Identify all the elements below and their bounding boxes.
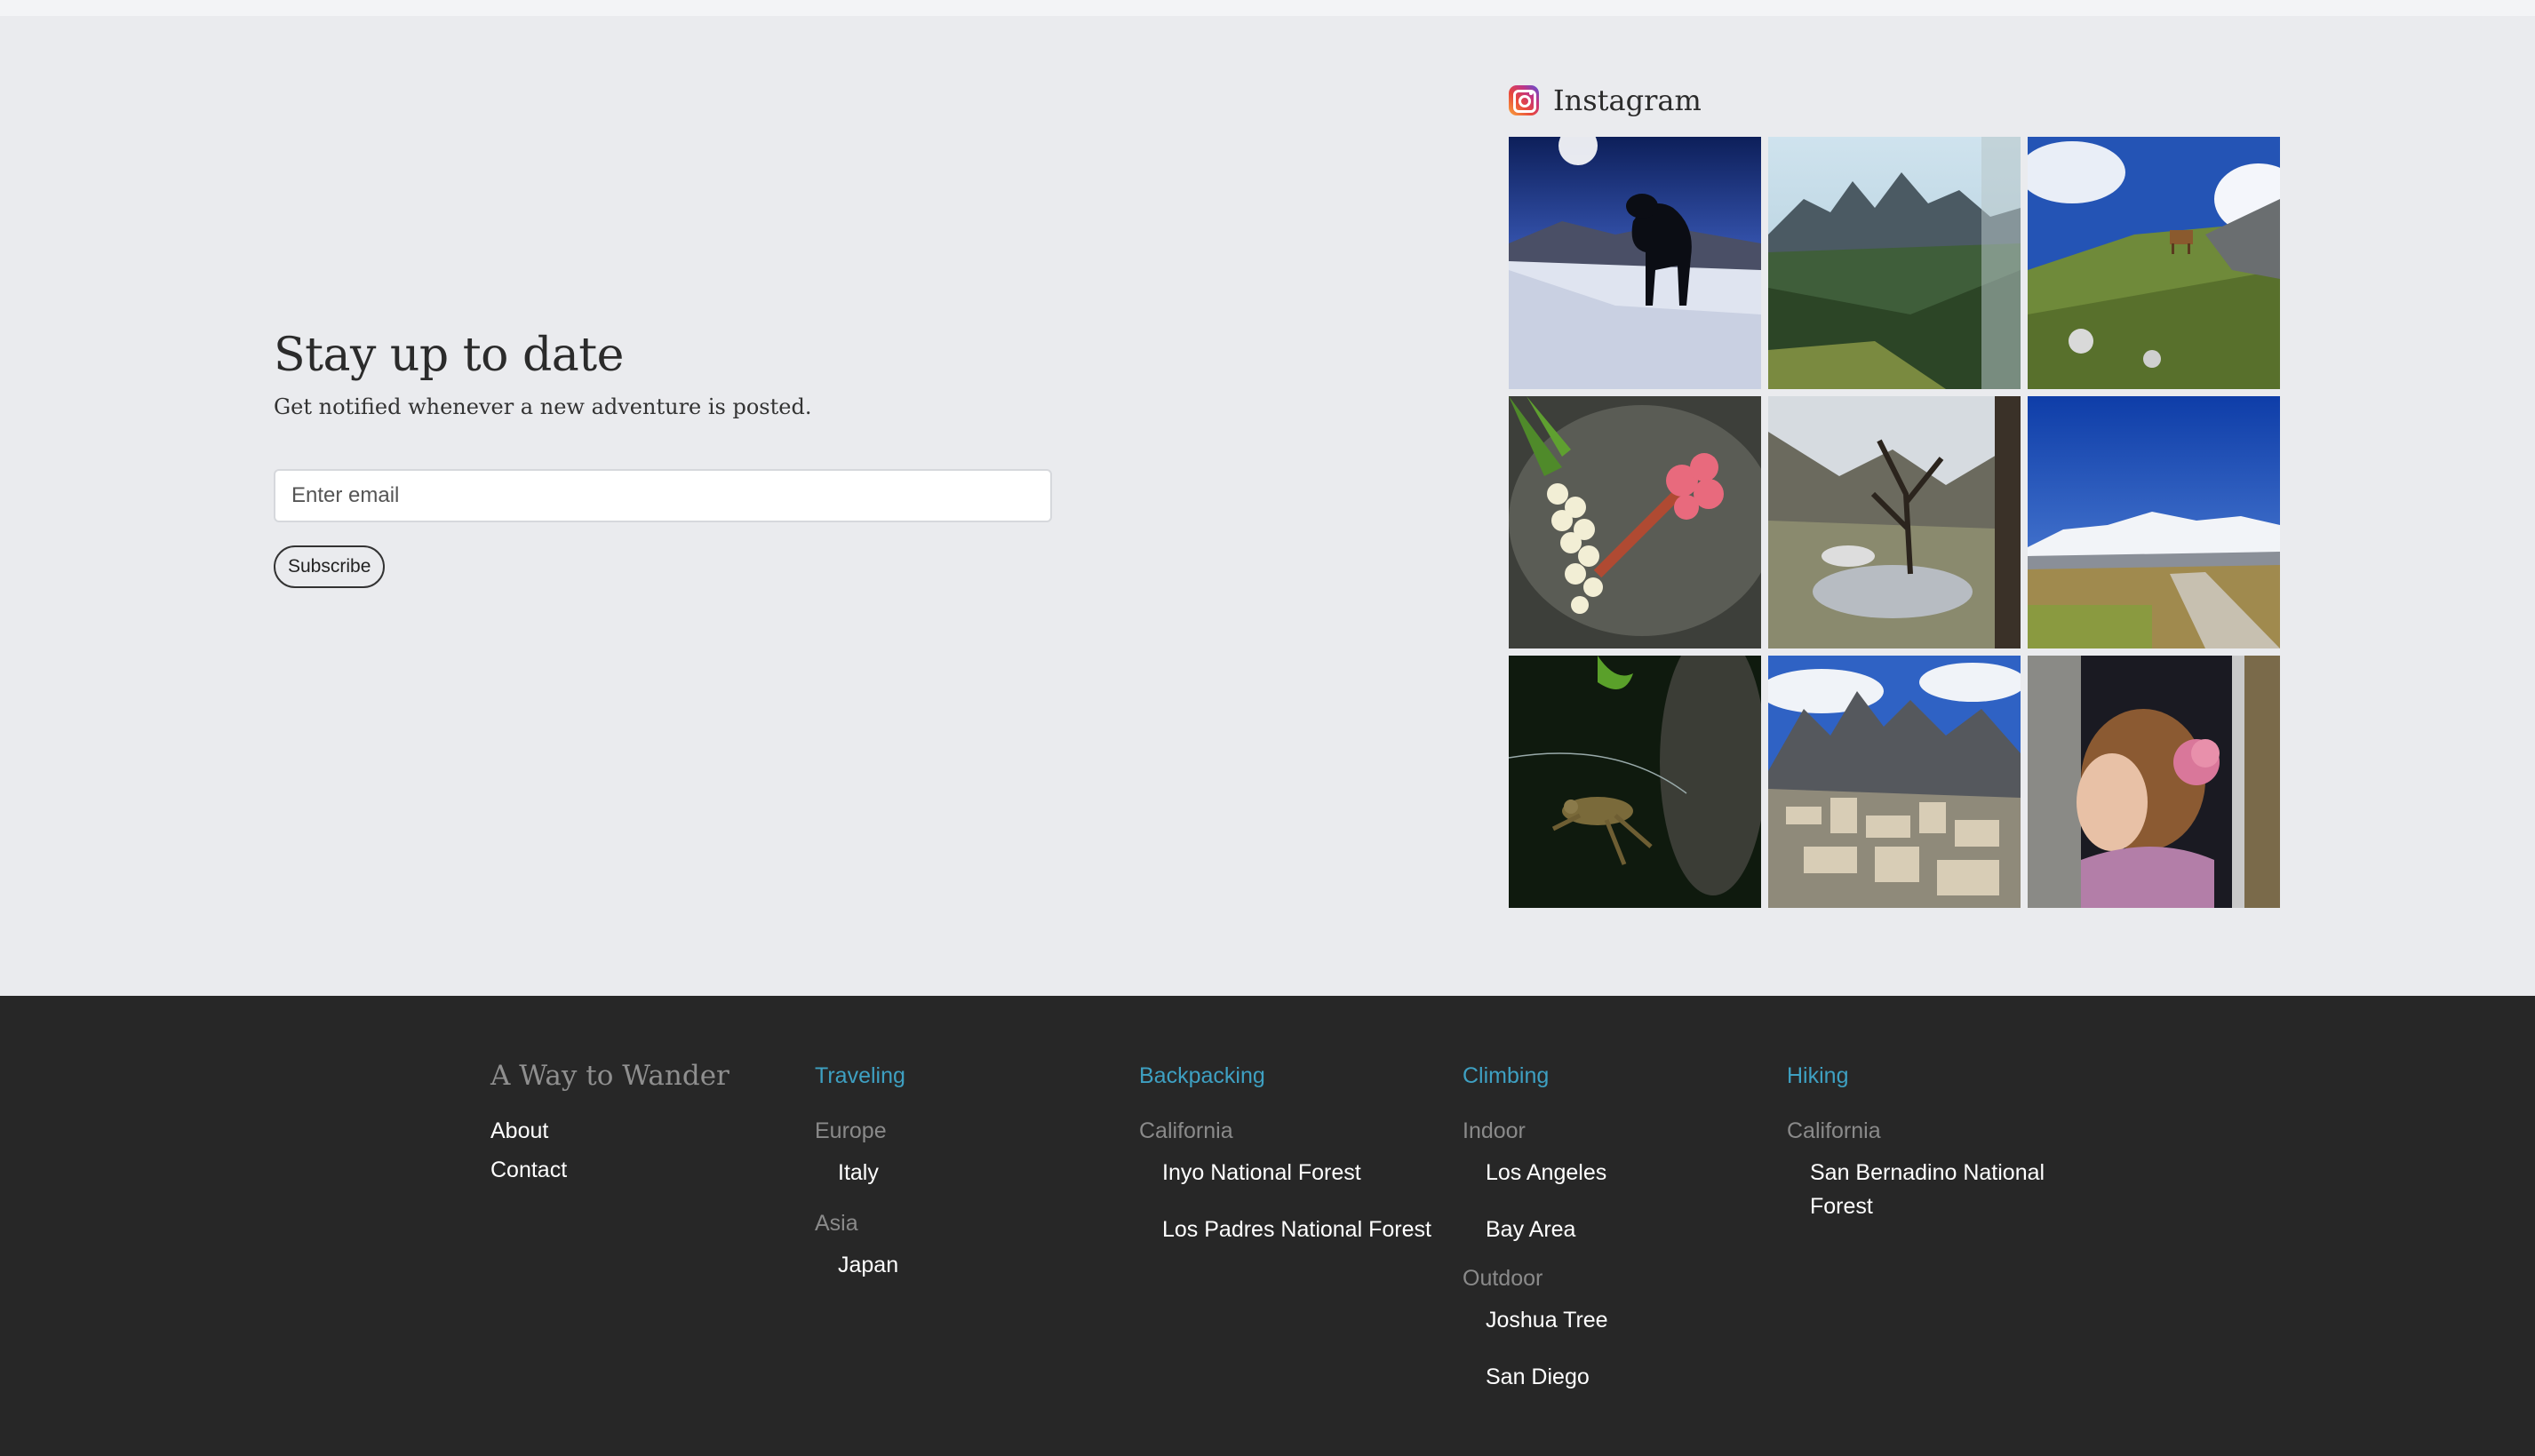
footer-item-san-diego[interactable]: San Diego <box>1486 1355 1608 1399</box>
email-input[interactable] <box>274 469 1052 522</box>
footer-group-asia: Asia <box>815 1211 858 1236</box>
frog-water-photo[interactable] <box>1509 656 1761 908</box>
cow-hillside-photo[interactable] <box>2028 137 2280 389</box>
footer-heading-climbing[interactable]: Climbing <box>1463 1058 1608 1094</box>
footer-column-hiking: Hiking California San Bernadino National… <box>1787 1058 2050 1223</box>
footer-item-san-bernadino[interactable]: San Bernadino National Forest <box>1810 1156 2050 1223</box>
stream-tree-photo[interactable] <box>1768 396 2021 648</box>
footer-group-outdoor: Outdoor <box>1463 1266 1543 1291</box>
subscribe-description: Get notified whenever a new adventure is… <box>274 394 812 419</box>
footer-group-indoor: Indoor <box>1463 1118 1526 1143</box>
dog-snow-photo[interactable] <box>1509 137 1761 389</box>
subscribe-button[interactable]: Subscribe <box>274 545 386 588</box>
footer-item-los-padres[interactable]: Los Padres National Forest <box>1162 1207 1431 1252</box>
footer-column-backpacking: Backpacking California Inyo National For… <box>1139 1058 1431 1252</box>
footer-brand: A Way to Wander <box>490 1060 729 1092</box>
top-strip <box>0 0 2535 16</box>
footer-item-bay-area[interactable]: Bay Area <box>1486 1207 1608 1252</box>
footer-link-contact[interactable]: Contact <box>490 1150 729 1189</box>
footer-column-traveling: Traveling Europe Italy Asia Japan <box>815 1058 905 1287</box>
footer-item-japan[interactable]: Japan <box>838 1243 905 1287</box>
footer-brand-column: A Way to Wander About Contact <box>490 1058 729 1189</box>
instagram-label: Instagram <box>1553 84 1702 117</box>
footer-group-hiking-california: California <box>1787 1118 1881 1143</box>
mountain-valley-photo[interactable] <box>1768 137 2021 389</box>
flower-rock-photo[interactable] <box>1509 396 1761 648</box>
subscribe-title: Stay up to date <box>274 329 624 382</box>
footer-link-about[interactable]: About <box>490 1111 729 1150</box>
instagram-section: Instagram <box>1509 80 2280 908</box>
instagram-icon <box>1509 85 1539 115</box>
snowy-mountains-road-photo[interactable] <box>2028 396 2280 648</box>
footer-item-inyo[interactable]: Inyo National Forest <box>1162 1150 1431 1195</box>
footer-group-california: California <box>1139 1118 1233 1143</box>
footer-heading-hiking[interactable]: Hiking <box>1787 1058 2050 1094</box>
footer-item-joshua-tree[interactable]: Joshua Tree <box>1486 1298 1608 1342</box>
subscribe-section: Stay up to date Get notified whenever a … <box>274 329 1056 588</box>
footer-column-climbing: Climbing Indoor Los Angeles Bay Area Out… <box>1463 1058 1608 1399</box>
footer-group-europe: Europe <box>815 1118 887 1143</box>
instagram-grid <box>1509 137 2280 908</box>
instagram-header: Instagram <box>1509 80 2280 121</box>
footer-item-los-angeles[interactable]: Los Angeles <box>1486 1150 1608 1195</box>
footer-heading-backpacking[interactable]: Backpacking <box>1139 1058 1431 1094</box>
footer: A Way to Wander About Contact Traveling … <box>0 996 2535 1456</box>
rock-cairns-photo[interactable] <box>1768 656 2021 908</box>
footer-item-italy[interactable]: Italy <box>838 1150 905 1195</box>
footer-heading-traveling[interactable]: Traveling <box>815 1058 905 1094</box>
girl-flower-hair-photo[interactable] <box>2028 656 2280 908</box>
